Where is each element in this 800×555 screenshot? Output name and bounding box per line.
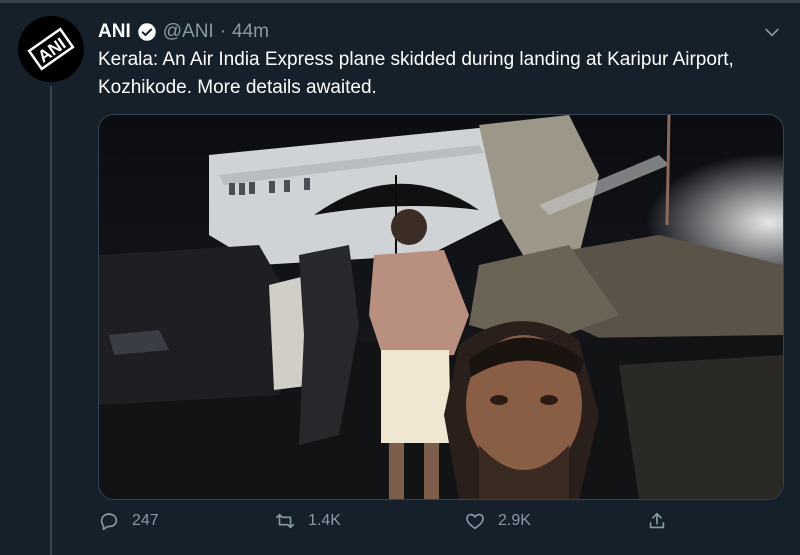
chevron-down-icon[interactable] xyxy=(762,22,782,42)
reply-icon xyxy=(100,513,118,531)
share-button[interactable] xyxy=(646,510,668,532)
thread-line xyxy=(50,86,52,555)
reply-count: 247 xyxy=(132,512,159,529)
share-icon xyxy=(649,512,665,529)
reply-button[interactable]: 247 xyxy=(98,510,159,532)
like-count: 2.9K xyxy=(498,512,531,529)
ani-logo: ANI xyxy=(18,16,84,82)
author-handle[interactable]: @ANI xyxy=(163,21,214,43)
avatar[interactable]: ANI xyxy=(18,16,84,82)
tweet-actions: 247 1.4K 2.9K xyxy=(98,510,698,540)
retweet-button[interactable]: 1.4K xyxy=(274,510,341,532)
tweet-photo[interactable] xyxy=(98,114,784,500)
like-icon xyxy=(466,513,484,530)
retweet-count: 1.4K xyxy=(308,512,341,529)
crash-scene-image xyxy=(99,115,783,499)
retweet-icon xyxy=(275,513,295,529)
tweet-header: ANI @ANI · 44m xyxy=(98,18,269,46)
tweet-time[interactable]: 44m xyxy=(232,21,269,43)
like-button[interactable]: 2.9K xyxy=(464,510,531,532)
verified-badge-icon xyxy=(137,22,157,42)
top-divider xyxy=(0,0,800,3)
separator-dot: · xyxy=(219,21,227,42)
tweet-text: Kerala: An Air India Express plane skidd… xyxy=(98,49,734,98)
author-name[interactable]: ANI xyxy=(98,21,131,43)
